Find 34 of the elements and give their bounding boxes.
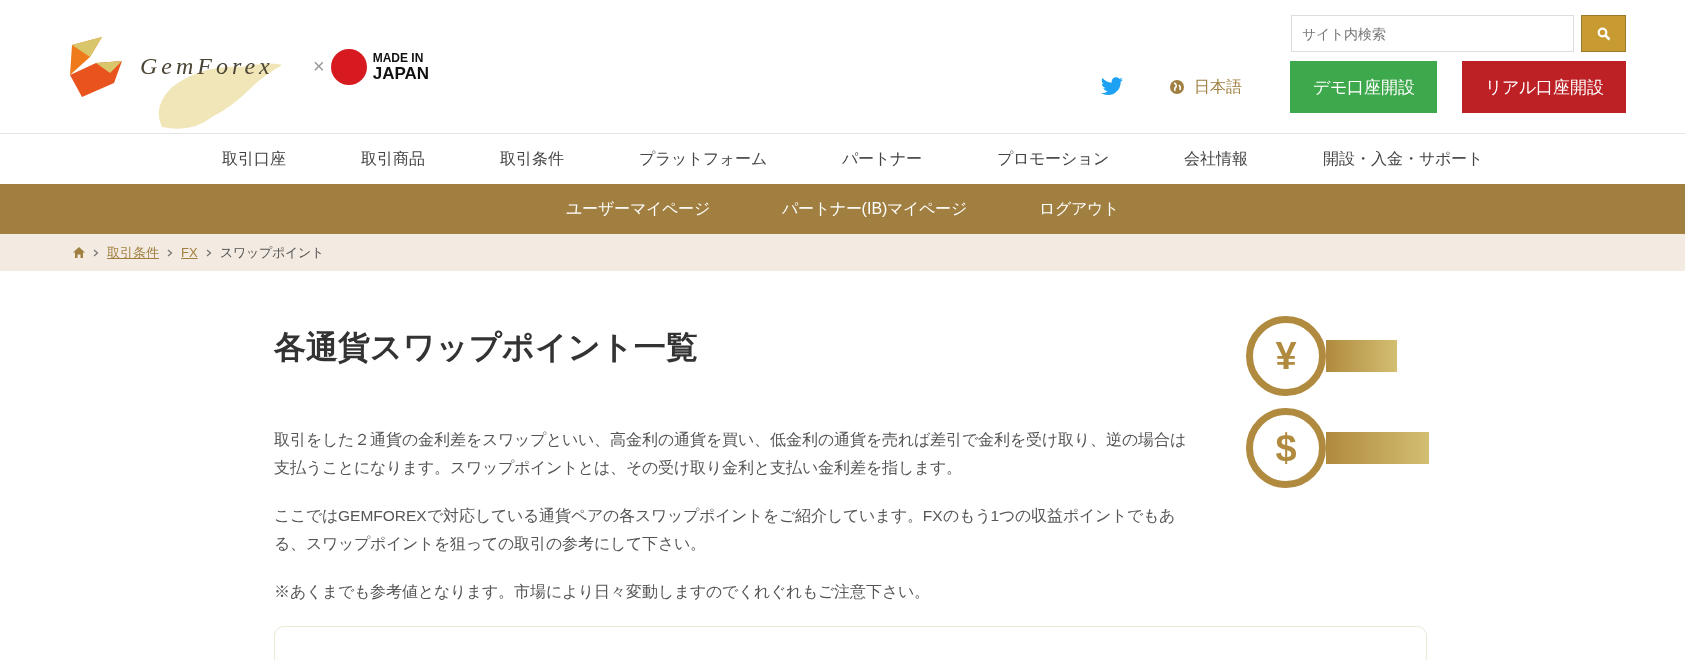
paragraph: 取引をした２通貨の金利差をスワップといい、高金利の通貨を買い、低金利の通貨を売れば差引で金利を受け取り、逆の場合は支払うことになります。スワップポイントとは、その受け取り金利と支払い金利差を指します。 [274, 430, 1187, 478]
nav-link[interactable]: 取引条件 [500, 148, 564, 170]
chevron-icon [167, 248, 173, 257]
language-label: 日本語 [1194, 76, 1242, 97]
chevron-icon [93, 248, 99, 257]
coin-bar-drawing: $ [1246, 408, 1429, 488]
nav-link[interactable]: パートナー [842, 148, 922, 170]
cross-sign: × [313, 55, 325, 78]
language-link[interactable]: 日本語 [1170, 76, 1242, 98]
brand-name: GemForex [140, 53, 274, 80]
sun-disc-icon [330, 48, 367, 85]
search-button[interactable] [1581, 15, 1626, 52]
breadcrumb-current: スワップポイント [219, 243, 324, 262]
search-field[interactable]: サイト内検索 [1291, 15, 1574, 52]
nav-link[interactable]: プロモーション [997, 148, 1109, 170]
chevron-icon [205, 248, 212, 257]
paragraph: ここではGEMFOREXで対応している通貨ペアの各スワップポイントをご紹介しています。FXのもう1つの収益ポイントでもある、スワップポイントを狙っての取引の参考にして下さい。 [274, 506, 1177, 554]
nav-link[interactable]: プラットフォーム [639, 148, 767, 170]
real-account-button[interactable]: リアル口座開設 [1462, 61, 1626, 113]
made-in-text: MADE IN [372, 51, 425, 65]
home-icon[interactable] [73, 247, 85, 258]
user-nav-link[interactable]: ログアウト [1039, 198, 1120, 220]
nav-link[interactable]: 取引商品 [361, 148, 425, 170]
nav-link[interactable]: 取引口座 [222, 148, 286, 170]
page-title: 各通貨スワップポイント一覧 [274, 328, 699, 367]
user-nav-link[interactable]: パートナー(IB)マイページ [781, 198, 968, 220]
search-icon [1596, 26, 1611, 41]
user-nav-link[interactable]: ユーザーマイページ [565, 198, 710, 220]
bird-icon[interactable] [1100, 77, 1124, 97]
coin-bar-drawing: ¥ [1246, 316, 1429, 396]
nav-link[interactable]: 会社情報 [1184, 148, 1248, 170]
nav-link[interactable]: 開設・入金・サポート [1323, 148, 1483, 170]
paragraph: ※あくまでも参考値となります。市場により日々変動しますのでくれぐれもご注意下さい。 [274, 582, 931, 602]
country-text: JAPAN [372, 64, 430, 82]
